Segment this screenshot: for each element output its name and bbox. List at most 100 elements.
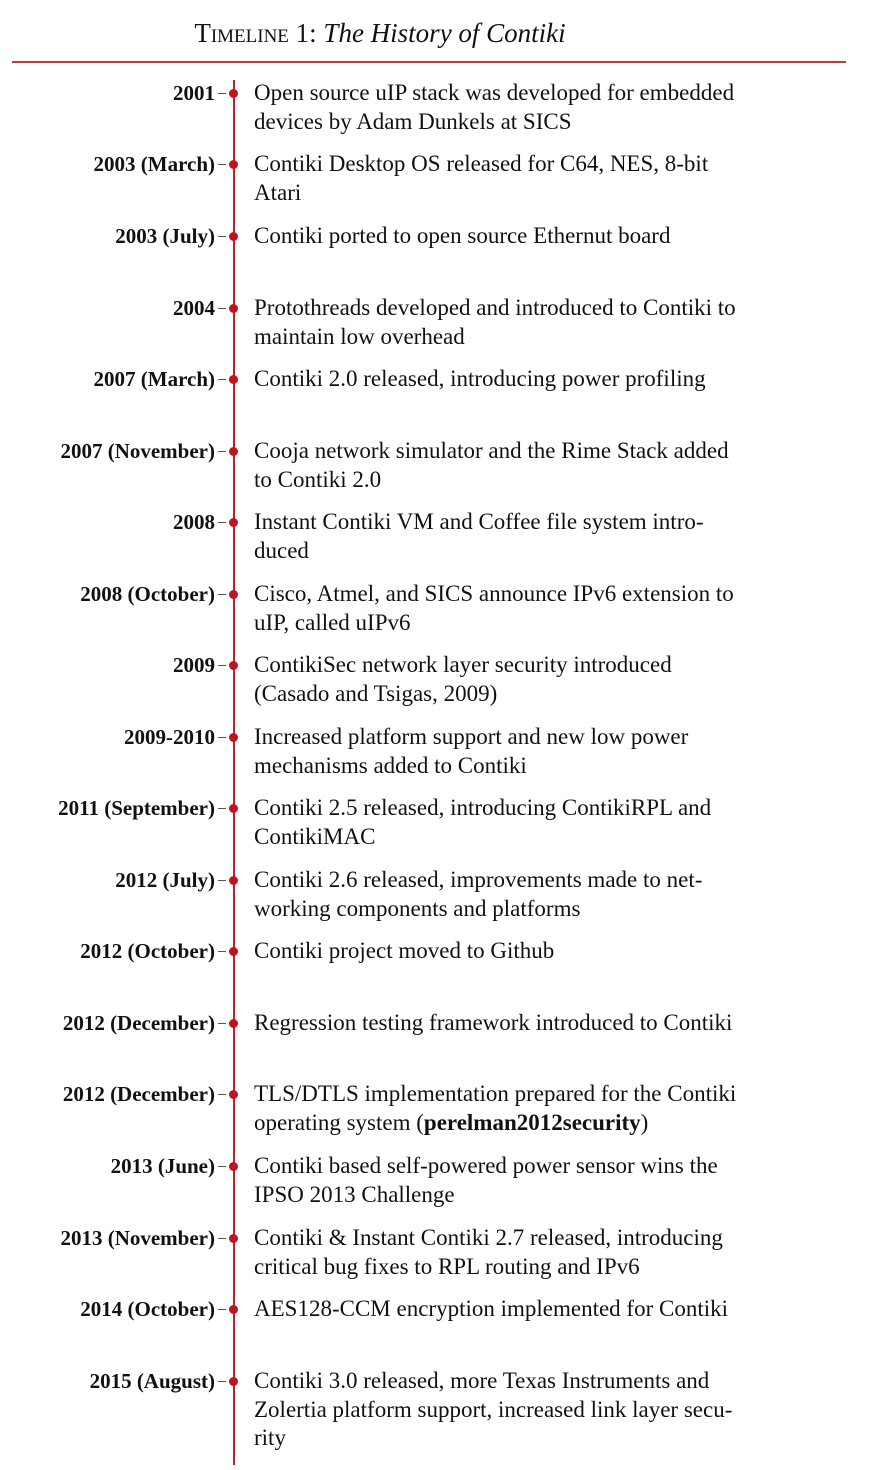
timeline-title-text: The History of Contiki: [323, 18, 566, 48]
event-description: Regression testing framework introduced …: [254, 1009, 839, 1038]
event-dot-icon: [229, 733, 238, 742]
event-dot-icon: [229, 590, 238, 599]
event-tick: [218, 1094, 226, 1096]
event-dot-icon: [229, 160, 238, 169]
event-date: 2009: [173, 653, 215, 677]
event-tick: [218, 594, 226, 596]
event-text: Contiki 2.5 released, introducing Contik…: [254, 795, 712, 849]
event-tick: [218, 308, 226, 310]
event-text: Contiki based self-powered power sensor …: [254, 1153, 718, 1207]
event-tick: [218, 451, 226, 453]
event-date: 2007 (November): [60, 439, 215, 463]
event-tick: [218, 164, 226, 166]
event-tick: [218, 1309, 226, 1311]
event-dot-icon: [229, 947, 238, 956]
event-dot-icon: [229, 1090, 238, 1099]
event-text: Contiki Desktop OS released for C64, NES…: [254, 151, 709, 205]
event-tick: [218, 737, 226, 739]
event-text: ContikiSec network layer security introd…: [254, 652, 672, 706]
event-tick: [218, 1381, 226, 1383]
event-date: 2014 (October): [80, 1297, 215, 1321]
event-description: Contiki project moved to Github: [254, 937, 839, 966]
event-dot-icon: [229, 804, 238, 813]
event-text: Contiki 2.0 released, introducing power …: [254, 366, 706, 391]
event-text: Contiki project moved to Github: [254, 938, 555, 963]
event-date: 2013 (November): [60, 1226, 215, 1250]
event-text: Cisco, Atmel, and SICS announce IPv6 ext…: [254, 581, 734, 635]
event-date: 2003 (July): [115, 224, 215, 248]
event-tick: [218, 522, 226, 524]
event-dot-icon: [229, 518, 238, 527]
event-date: 2013 (June): [110, 1154, 215, 1178]
event-tick: [218, 379, 226, 381]
event-date: 2012 (December): [62, 1082, 215, 1106]
timeline-title: Timeline 1: The History of Contiki: [0, 18, 760, 49]
event-description: Cisco, Atmel, and SICS announce IPv6 ext…: [254, 580, 839, 637]
event-tick: [218, 880, 226, 882]
event-text: Contiki 3.0 released, more Texas Instrum…: [254, 1368, 733, 1450]
event-tick: [218, 665, 226, 667]
event-description: Increased platform support and new low p…: [254, 723, 839, 780]
event-date: 2012 (July): [115, 868, 215, 892]
event-dot-icon: [229, 1234, 238, 1243]
event-dot-icon: [229, 232, 238, 241]
event-tick: [218, 93, 226, 95]
event-text: Contiki 2.6 released, improvements made …: [254, 867, 703, 921]
timeline-title-label: Timeline 1:: [194, 18, 317, 48]
event-date: 2003 (March): [93, 152, 216, 176]
event-date: 2008 (October): [80, 582, 215, 606]
event-tick: [218, 236, 226, 238]
event-description: Open source uIP stack was developed for …: [254, 79, 839, 136]
event-dot-icon: [229, 375, 238, 384]
event-text: Instant Contiki VM and Coffee file syste…: [254, 509, 704, 563]
event-dot-icon: [229, 304, 238, 313]
event-description: Contiki 2.6 released, improvements made …: [254, 866, 839, 923]
event-date: 2007 (March): [93, 367, 216, 391]
event-dot-icon: [229, 876, 238, 885]
event-tick: [218, 1023, 226, 1025]
event-date: 2004: [173, 296, 215, 320]
event-text: Regression testing framework introduced …: [254, 1010, 733, 1035]
event-date: 2011 (September): [58, 796, 215, 820]
event-dot-icon: [229, 661, 238, 670]
event-description: ContikiSec network layer security introd…: [254, 651, 839, 708]
event-description: Instant Contiki VM and Coffee file syste…: [254, 508, 839, 565]
event-description: Contiki ported to open source Ethernut b…: [254, 222, 839, 251]
event-text: Contiki & Instant Contiki 2.7 released, …: [254, 1225, 723, 1279]
event-dot-icon: [229, 447, 238, 456]
event-description: TLS/DTLS implementation prepared for the…: [254, 1080, 839, 1137]
event-date: 2012 (October): [80, 939, 215, 963]
event-description: Contiki & Instant Contiki 2.7 released, …: [254, 1224, 839, 1281]
event-text: Increased platform support and new low p…: [254, 724, 689, 778]
event-description: Contiki 2.0 released, introducing power …: [254, 365, 839, 394]
timeline-axis: [233, 80, 235, 1465]
event-dot-icon: [229, 89, 238, 98]
event-text: Cooja network simulator and the Rime Sta…: [254, 438, 729, 492]
event-description: Contiki 2.5 released, introducing Contik…: [254, 794, 839, 851]
event-date: 2008: [173, 510, 215, 534]
event-tick: [218, 808, 226, 810]
event-description: AES128-CCM encryption implemented for Co…: [254, 1295, 839, 1324]
event-description: Contiki 3.0 released, more Texas Instrum…: [254, 1367, 839, 1453]
event-text: Contiki ported to open source Ethernut b…: [254, 223, 671, 248]
event-description: Protothreads developed and introduced to…: [254, 294, 839, 351]
event-description: Contiki Desktop OS released for C64, NES…: [254, 150, 839, 207]
event-date: 2001: [173, 81, 215, 105]
event-text: Open source uIP stack was developed for …: [254, 80, 735, 134]
event-tick: [218, 1166, 226, 1168]
event-dot-icon: [229, 1019, 238, 1028]
event-tick: [218, 1238, 226, 1240]
event-tick: [218, 951, 226, 953]
event-date: 2015 (August): [89, 1369, 215, 1393]
event-citation: perelman2012security: [423, 1109, 641, 1135]
event-text-after: ): [640, 1109, 649, 1135]
event-description: Contiki based self-powered power sensor …: [254, 1152, 839, 1209]
event-description: Cooja network simulator and the Rime Sta…: [254, 437, 839, 494]
event-text: Protothreads developed and introduced to…: [254, 295, 736, 349]
event-dot-icon: [229, 1377, 238, 1386]
event-text: AES128-CCM encryption implemented for Co…: [254, 1296, 729, 1321]
event-date: 2012 (December): [62, 1011, 215, 1035]
event-dot-icon: [229, 1162, 238, 1171]
event-date: 2009-2010: [124, 725, 215, 749]
title-rule: [12, 61, 846, 63]
